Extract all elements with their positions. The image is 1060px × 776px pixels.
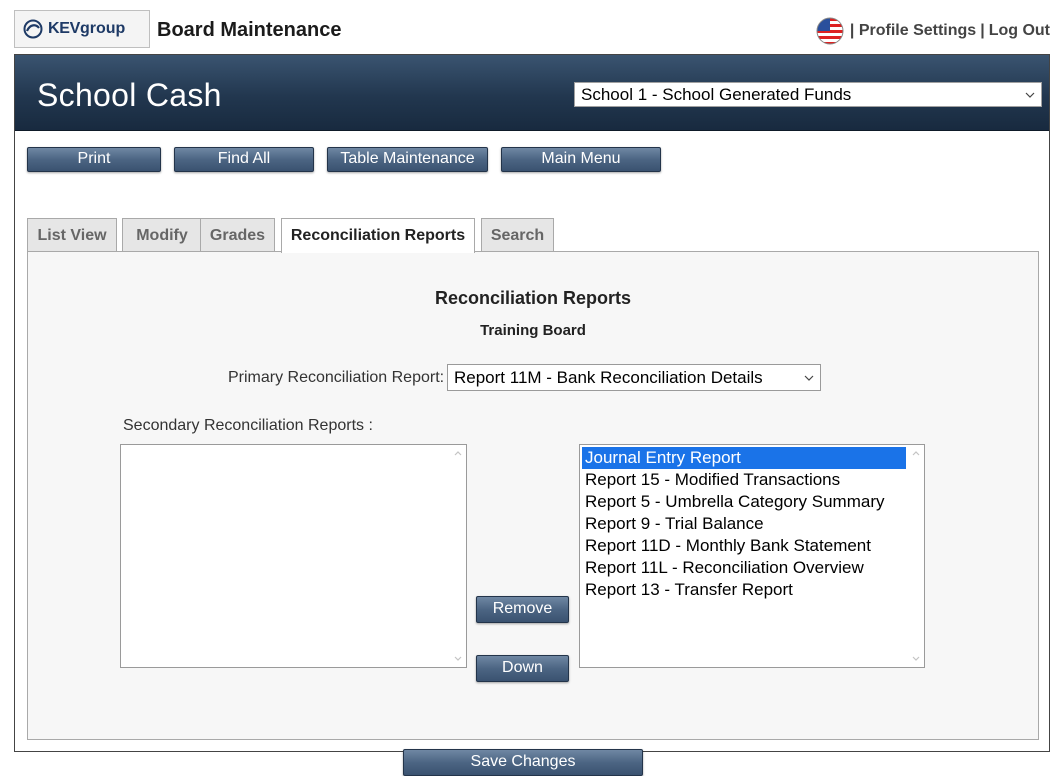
tab-reconciliation-reports[interactable]: Reconciliation Reports bbox=[281, 218, 475, 253]
panel-subtitle: Training Board bbox=[480, 322, 586, 339]
panel-title: Reconciliation Reports bbox=[434, 288, 632, 308]
banner: School Cash School 1 - School Generated … bbox=[15, 55, 1049, 131]
logo-text-group: group bbox=[80, 20, 126, 37]
remove-button[interactable]: Remove bbox=[476, 596, 569, 623]
list-item[interactable]: Report 13 - Transfer Report bbox=[582, 579, 906, 601]
chevron-down-icon bbox=[1025, 92, 1035, 98]
primary-report-value: Report 11M - Bank Reconciliation Details bbox=[454, 367, 763, 387]
list-item[interactable]: Report 11D - Monthly Bank Statement bbox=[582, 535, 906, 557]
primary-report-select[interactable]: Report 11M - Bank Reconciliation Details bbox=[447, 364, 821, 391]
list-item[interactable]: Journal Entry Report bbox=[582, 447, 906, 469]
separator: | bbox=[980, 22, 985, 39]
scroll-down-icon[interactable] bbox=[450, 653, 466, 665]
secondary-reports-label: Secondary Reconciliation Reports : bbox=[123, 417, 373, 434]
logo-text-kev: KEV bbox=[48, 20, 80, 37]
profile-settings-link[interactable]: | Profile Settings bbox=[850, 22, 976, 40]
chevron-down-icon bbox=[804, 375, 814, 381]
app-title: Board Maintenance bbox=[157, 19, 342, 41]
primary-report-label: Primary Reconciliation Report: bbox=[228, 369, 445, 386]
selected-reports-list[interactable]: Journal Entry Report Report 15 - Modified… bbox=[579, 444, 925, 668]
school-select[interactable]: School 1 - School Generated Funds bbox=[574, 82, 1042, 107]
log-out-link[interactable]: Log Out bbox=[989, 22, 1050, 40]
tab-search[interactable]: Search bbox=[481, 218, 554, 252]
table-maintenance-button[interactable]: Table Maintenance bbox=[327, 147, 488, 172]
available-reports-list[interactable] bbox=[120, 444, 467, 668]
list-item[interactable]: Report 11L - Reconciliation Overview bbox=[582, 557, 906, 579]
selected-reports-items: Journal Entry Report Report 15 - Modified… bbox=[582, 447, 906, 601]
kevgroup-logo[interactable]: KEV group bbox=[14, 10, 150, 48]
us-flag-icon[interactable] bbox=[816, 17, 844, 45]
list-item[interactable]: Report 5 - Umbrella Category Summary bbox=[582, 491, 906, 513]
tab-grades[interactable]: Grades bbox=[200, 218, 275, 252]
school-select-value: School 1 - School Generated Funds bbox=[581, 85, 852, 104]
scroll-up-icon[interactable] bbox=[450, 447, 466, 459]
print-button[interactable]: Print bbox=[27, 147, 161, 172]
main-menu-button[interactable]: Main Menu bbox=[501, 147, 661, 172]
reconciliation-panel: Reconciliation Reports Training Board Pr… bbox=[27, 251, 1039, 776]
list-item[interactable]: Report 9 - Trial Balance bbox=[582, 513, 906, 535]
scrollbar[interactable] bbox=[450, 445, 466, 667]
banner-title: School Cash bbox=[37, 77, 222, 113]
main-frame: School Cash School 1 - School Generated … bbox=[14, 54, 1050, 776]
tab-modify[interactable]: Modify bbox=[122, 218, 202, 252]
save-changes-button[interactable]: Save Changes bbox=[403, 749, 643, 776]
down-button[interactable]: Down bbox=[476, 655, 569, 682]
list-item[interactable]: Report 15 - Modified Transactions bbox=[582, 469, 906, 491]
kev-swirl-icon bbox=[23, 19, 43, 39]
scroll-down-icon[interactable] bbox=[908, 653, 924, 665]
scrollbar[interactable] bbox=[908, 445, 924, 667]
scroll-up-icon[interactable] bbox=[908, 447, 924, 459]
user-links: | Profile Settings | Log Out bbox=[816, 17, 1050, 45]
tab-list-view[interactable]: List View bbox=[27, 218, 117, 252]
find-all-button[interactable]: Find All bbox=[174, 147, 314, 172]
